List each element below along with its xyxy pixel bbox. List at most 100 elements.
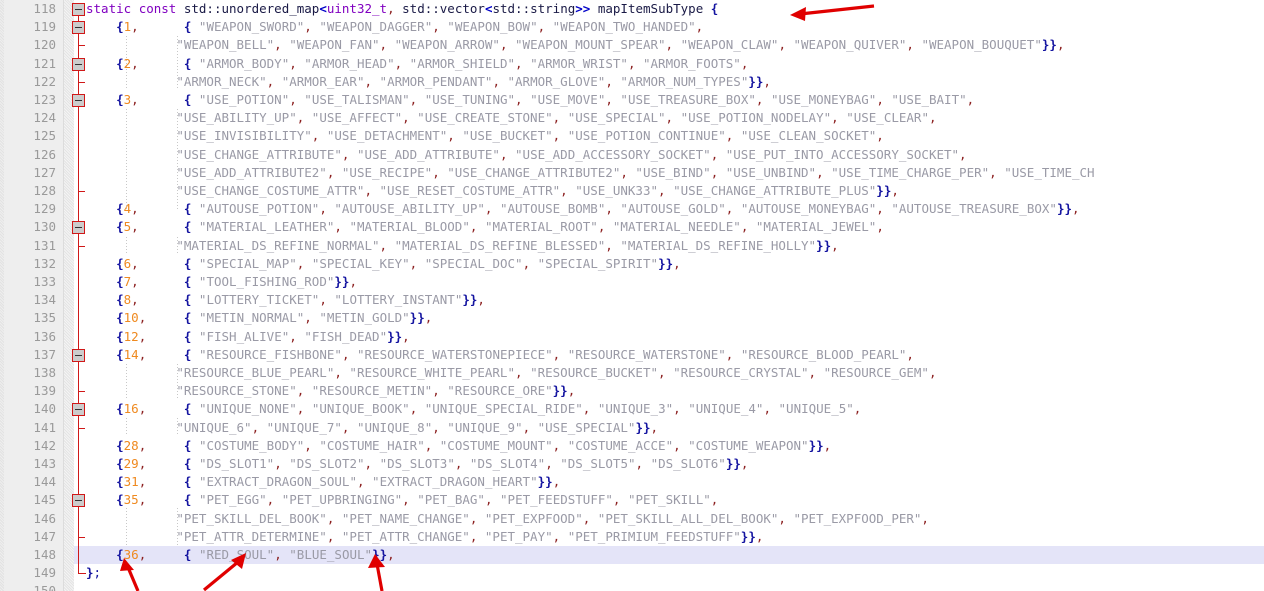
line-number: 139 [33,383,56,399]
code-editor-view[interactable]: 118 static const std::unordered_map<uint3… [0,0,1264,591]
code-text[interactable]: "UNIQUE_6", "UNIQUE_7", "UNIQUE_8", "UNI… [86,419,658,437]
fold-region-end-tick [78,427,85,429]
code-text[interactable]: "RESOURCE_BLUE_PEARL", "RESOURCE_WHITE_P… [86,364,936,382]
code-text[interactable]: "USE_INVISIBILITY", "USE_DETACHMENT", "U… [86,127,884,145]
fold-collapse-toggle[interactable] [72,403,85,417]
code-text[interactable]: "USE_CHANGE_ATTRIBUTE", "USE_ADD_ATTRIBU… [86,146,966,164]
fold-region-line [78,8,79,573]
code-line[interactable]: 137 {14, { "RESOURCE_FISHBONE", "RESOURC… [0,346,1264,364]
code-line[interactable]: 141 "UNIQUE_6", "UNIQUE_7", "UNIQUE_8", … [0,419,1264,437]
code-line[interactable]: 146 "PET_SKILL_DEL_BOOK", "PET_NAME_CHAN… [0,510,1264,528]
code-text[interactable]: {5, { "MATERIAL_LEATHER", "MATERIAL_BLOO… [86,218,884,236]
line-number: 130 [33,219,56,235]
code-line[interactable]: 126 "USE_CHANGE_ATTRIBUTE", "USE_ADD_ATT… [0,146,1264,164]
code-line[interactable]: 147 "PET_ATTR_DETERMINE", "PET_ATTR_CHAN… [0,528,1264,546]
fold-region-end-tick [78,536,85,538]
code-line[interactable]: 120 "WEAPON_BELL", "WEAPON_FAN", "WEAPON… [0,36,1264,54]
code-line[interactable]: 143 {29, { "DS_SLOT1", "DS_SLOT2", "DS_S… [0,455,1264,473]
line-number: 149 [33,565,56,581]
fold-collapse-toggle[interactable] [72,221,85,235]
code-text[interactable]: {28, { "COSTUME_BODY", "COSTUME_HAIR", "… [86,437,831,455]
code-line[interactable]: 145 {35, { "PET_EGG", "PET_UPBRINGING", … [0,491,1264,509]
code-line[interactable]: 121 {2, { "ARMOR_BODY", "ARMOR_HEAD", "A… [0,55,1264,73]
line-number: 136 [33,328,56,344]
line-number: 134 [33,292,56,308]
code-line[interactable]: 127 "USE_ADD_ATTRIBUTE2", "USE_RECIPE", … [0,164,1264,182]
line-number: 126 [33,146,56,162]
code-line[interactable]: 125 "USE_INVISIBILITY", "USE_DETACHMENT"… [0,127,1264,145]
code-line[interactable]: 150 [0,582,1264,591]
code-text[interactable]: {1, { "WEAPON_SWORD", "WEAPON_DAGGER", "… [86,18,703,36]
code-line[interactable]: 129 {4, { "AUTOUSE_POTION", "AUTOUSE_ABI… [0,200,1264,218]
fold-collapse-toggle[interactable] [72,494,85,508]
code-text[interactable]: "RESOURCE_STONE", "RESOURCE_METIN", "RES… [86,382,575,400]
code-text[interactable]: {36, { "RED_SOUL", "BLUE_SOUL"}}, [86,546,395,564]
code-text[interactable]: "WEAPON_BELL", "WEAPON_FAN", "WEAPON_ARR… [86,36,1064,54]
line-number: 131 [33,237,56,253]
code-line[interactable]: 130 {5, { "MATERIAL_LEATHER", "MATERIAL_… [0,218,1264,236]
code-line[interactable]: 136 {12, { "FISH_ALIVE", "FISH_DEAD"}}, [0,328,1264,346]
code-text[interactable]: {16, { "UNIQUE_NONE", "UNIQUE_BOOK", "UN… [86,400,861,418]
code-line[interactable]: 133 {7, { "TOOL_FISHING_ROD"}}, [0,273,1264,291]
code-line[interactable]: 142 {28, { "COSTUME_BODY", "COSTUME_HAIR… [0,437,1264,455]
fold-collapse-toggle[interactable] [72,94,85,107]
code-text[interactable]: {10, { "METIN_NORMAL", "METIN_GOLD"}}, [86,309,432,327]
line-number: 140 [33,401,56,417]
code-line[interactable]: 123 {3, { "USE_POTION", "USE_TALISMAN", … [0,91,1264,109]
code-text[interactable]: {7, { "TOOL_FISHING_ROD"}}, [86,273,357,291]
code-line[interactable]: 134 {8, { "LOTTERY_TICKET", "LOTTERY_INS… [0,291,1264,309]
fold-collapse-toggle[interactable] [72,3,85,16]
line-number: 123 [33,92,56,107]
code-text[interactable]: {12, { "FISH_ALIVE", "FISH_DEAD"}}, [86,328,410,346]
code-text[interactable]: {14, { "RESOURCE_FISHBONE", "RESOURCE_WA… [86,346,914,364]
code-text[interactable]: "ARMOR_NECK", "ARMOR_EAR", "ARMOR_PENDAN… [86,73,771,91]
line-number: 144 [33,474,56,490]
line-number: 119 [33,19,56,35]
code-line[interactable]: 119 {1, { "WEAPON_SWORD", "WEAPON_DAGGER… [0,18,1264,36]
line-number: 124 [33,110,56,126]
code-line[interactable]: 124 "USE_ABILITY_UP", "USE_AFFECT", "USE… [0,109,1264,127]
code-line[interactable]: 140 {16, { "UNIQUE_NONE", "UNIQUE_BOOK",… [0,400,1264,418]
code-text[interactable]: "USE_CHANGE_COSTUME_ATTR", "USE_RESET_CO… [86,182,899,200]
code-text[interactable]: "USE_ABILITY_UP", "USE_AFFECT", "USE_CRE… [86,109,936,127]
code-text[interactable]: "PET_SKILL_DEL_BOOK", "PET_NAME_CHANGE",… [86,510,929,528]
code-text[interactable]: {3, { "USE_POTION", "USE_TALISMAN", "USE… [86,91,974,109]
code-line[interactable]: 132 {6, { "SPECIAL_MAP", "SPECIAL_KEY", … [0,255,1264,273]
line-number: 145 [33,492,56,508]
line-number: 142 [33,437,56,453]
code-line[interactable]: 144 {31, { "EXTRACT_DRAGON_SOUL", "EXTRA… [0,473,1264,491]
line-number: 133 [33,274,56,289]
line-number: 125 [33,128,56,144]
code-line[interactable]: 149}; [0,564,1264,582]
code-line[interactable]: 135 {10, { "METIN_NORMAL", "METIN_GOLD"}… [0,309,1264,327]
code-line[interactable]: 148 {36, { "RED_SOUL", "BLUE_SOUL"}}, [0,546,1264,565]
code-text[interactable]: {2, { "ARMOR_BODY", "ARMOR_HEAD", "ARMOR… [86,55,748,73]
code-text[interactable]: "MATERIAL_DS_REFINE_NORMAL", "MATERIAL_D… [86,237,838,255]
code-text[interactable]: {4, { "AUTOUSE_POTION", "AUTOUSE_ABILITY… [86,200,1079,218]
code-text[interactable]: {31, { "EXTRACT_DRAGON_SOUL", "EXTRACT_D… [86,473,560,491]
code-line[interactable]: 138 "RESOURCE_BLUE_PEARL", "RESOURCE_WHI… [0,364,1264,382]
code-text[interactable]: "USE_ADD_ATTRIBUTE2", "USE_RECIPE", "USE… [86,164,1094,182]
fold-collapse-toggle[interactable] [72,348,85,362]
code-text[interactable]: {29, { "DS_SLOT1", "DS_SLOT2", "DS_SLOT3… [86,455,748,473]
fold-region-terminator [78,569,86,575]
code-text[interactable]: {8, { "LOTTERY_TICKET", "LOTTERY_INSTANT… [86,291,485,309]
line-number: 135 [33,310,56,326]
code-line[interactable]: 128 "USE_CHANGE_COSTUME_ATTR", "USE_RESE… [0,182,1264,200]
code-line[interactable]: 131 "MATERIAL_DS_REFINE_NORMAL", "MATERI… [0,237,1264,255]
code-text[interactable]: {35, { "PET_EGG", "PET_UPBRINGING", "PET… [86,491,718,509]
code-line[interactable]: 139 "RESOURCE_STONE", "RESOURCE_METIN", … [0,382,1264,400]
code-line[interactable]: 118 static const std::unordered_map<uint3… [0,0,1264,18]
code-text[interactable]: "PET_ATTR_DETERMINE", "PET_ATTR_CHANGE",… [86,528,763,546]
line-number: 148 [33,547,56,562]
fold-region-end-tick [78,45,85,47]
code-text[interactable]: {6, { "SPECIAL_MAP", "SPECIAL_KEY", "SPE… [86,255,681,273]
line-number: 137 [33,346,56,362]
code-text[interactable]: static const std::unordered_map<uint32_t… [86,0,718,18]
fold-collapse-toggle[interactable] [72,21,85,35]
line-number: 143 [33,456,56,471]
code-line[interactable]: 122 "ARMOR_NECK", "ARMOR_EAR", "ARMOR_PE… [0,73,1264,91]
line-number: 121 [33,55,56,71]
fold-collapse-toggle[interactable] [72,57,85,71]
code-text[interactable]: }; [86,564,101,582]
